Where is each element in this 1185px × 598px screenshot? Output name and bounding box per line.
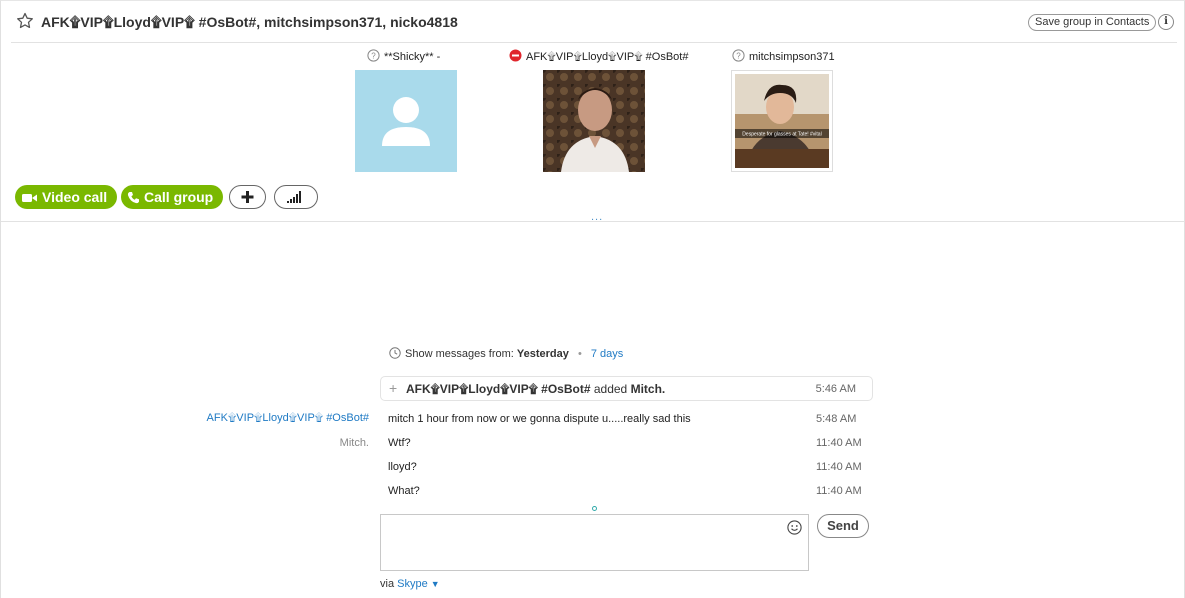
info-icon[interactable]: i <box>1158 14 1174 30</box>
section-divider <box>1 221 1185 222</box>
conversation-title[interactable]: AFK۩VIP۩Lloyd۩VIP۩ #OsBot#, mitchsimpson… <box>41 14 458 31</box>
history-option-7-days[interactable]: 7 days <box>591 348 623 360</box>
message-text: Wtf? <box>388 437 411 449</box>
event-verb: added <box>593 382 628 396</box>
conversation-header: AFK۩VIP۩Lloyd۩VIP۩ #OsBot#, mitchsimpson… <box>1 1 1185 43</box>
via-service-link[interactable]: Skype <box>397 578 428 590</box>
participant-name: **Shicky** - <box>384 51 441 63</box>
message-time: 11:40 AM <box>816 461 862 473</box>
call-quality-button[interactable] <box>274 185 318 209</box>
via-service-selector: via Skype ▼ <box>380 578 440 590</box>
history-current: Yesterday <box>516 348 569 360</box>
status-unknown-icon: ? <box>732 49 745 62</box>
header-divider <box>11 42 1177 43</box>
participant-header: ? **Shicky** - <box>367 49 440 65</box>
message-text: mitch 1 hour from now or we gonna disput… <box>388 413 691 425</box>
message-sender[interactable]: AFK۩VIP۩Lloyd۩VIP۩ #OsBot# <box>207 412 369 425</box>
system-event: + AFK۩VIP۩Lloyd۩VIP۩ #OsBot# added Mitch… <box>380 376 873 401</box>
video-camera-icon <box>22 194 37 202</box>
message-time: 11:40 AM <box>816 437 862 449</box>
add-participant-button[interactable] <box>229 185 266 209</box>
event-text: AFK۩VIP۩Lloyd۩VIP۩ #OsBot# added Mitch. <box>406 382 665 397</box>
call-group-button[interactable]: Call group <box>121 185 224 209</box>
message-time: 11:40 AM <box>816 485 862 497</box>
message-sender[interactable]: Mitch. <box>340 437 369 449</box>
message-text: lloyd? <box>388 461 417 473</box>
svg-text:?: ? <box>371 52 376 61</box>
video-call-button[interactable]: Video call <box>15 185 118 209</box>
emoticon-icon[interactable] <box>787 520 802 535</box>
history-prefix: Show messages from: <box>405 348 514 360</box>
participant-name: AFK۩VIP۩Lloyd۩VIP۩ #OsBot# <box>526 51 689 63</box>
clock-icon <box>389 347 401 359</box>
participant-name: mitchsimpson371 <box>749 51 835 63</box>
video-call-label: Video call <box>42 189 108 205</box>
typing-indicator <box>592 506 597 511</box>
default-avatar <box>355 70 457 172</box>
plus-icon <box>241 191 254 203</box>
message-text: What? <box>388 485 420 497</box>
chevron-down-icon[interactable]: ▼ <box>431 579 440 589</box>
event-target[interactable]: Mitch. <box>631 382 666 396</box>
message-input[interactable] <box>380 514 809 571</box>
via-prefix: via <box>380 578 395 590</box>
call-group-label: Call group <box>144 189 214 205</box>
signal-bars-icon <box>287 191 301 203</box>
status-busy-icon <box>509 49 522 62</box>
participant-header: AFK۩VIP۩Lloyd۩VIP۩ #OsBot# <box>509 49 688 65</box>
conversation-window: AFK۩VIP۩Lloyd۩VIP۩ #OsBot#, mitchsimpson… <box>0 0 1185 598</box>
participant-photo <box>543 70 645 172</box>
plus-icon: + <box>389 380 398 396</box>
save-group-button[interactable]: Save group in Contacts <box>1028 14 1157 31</box>
message-time: 5:48 AM <box>816 413 857 425</box>
photo-caption: Desperate for glasses at Tate! #vital <box>742 132 821 138</box>
status-unknown-icon: ? <box>367 49 380 62</box>
favorite-star-icon[interactable] <box>16 12 34 30</box>
event-actor[interactable]: AFK۩VIP۩Lloyd۩VIP۩ #OsBot# <box>406 382 591 396</box>
svg-text:?: ? <box>736 52 741 61</box>
participant-photo: Desperate for glasses at Tate! #vital <box>731 70 833 172</box>
participant-header: ? mitchsimpson371 <box>732 49 835 65</box>
event-time: 5:46 AM <box>815 383 856 395</box>
history-filter: Show messages from: Yesterday • 7 days <box>389 347 623 360</box>
send-button[interactable]: Send <box>817 514 869 538</box>
history-separator: • <box>577 348 582 360</box>
phone-icon <box>127 192 139 204</box>
